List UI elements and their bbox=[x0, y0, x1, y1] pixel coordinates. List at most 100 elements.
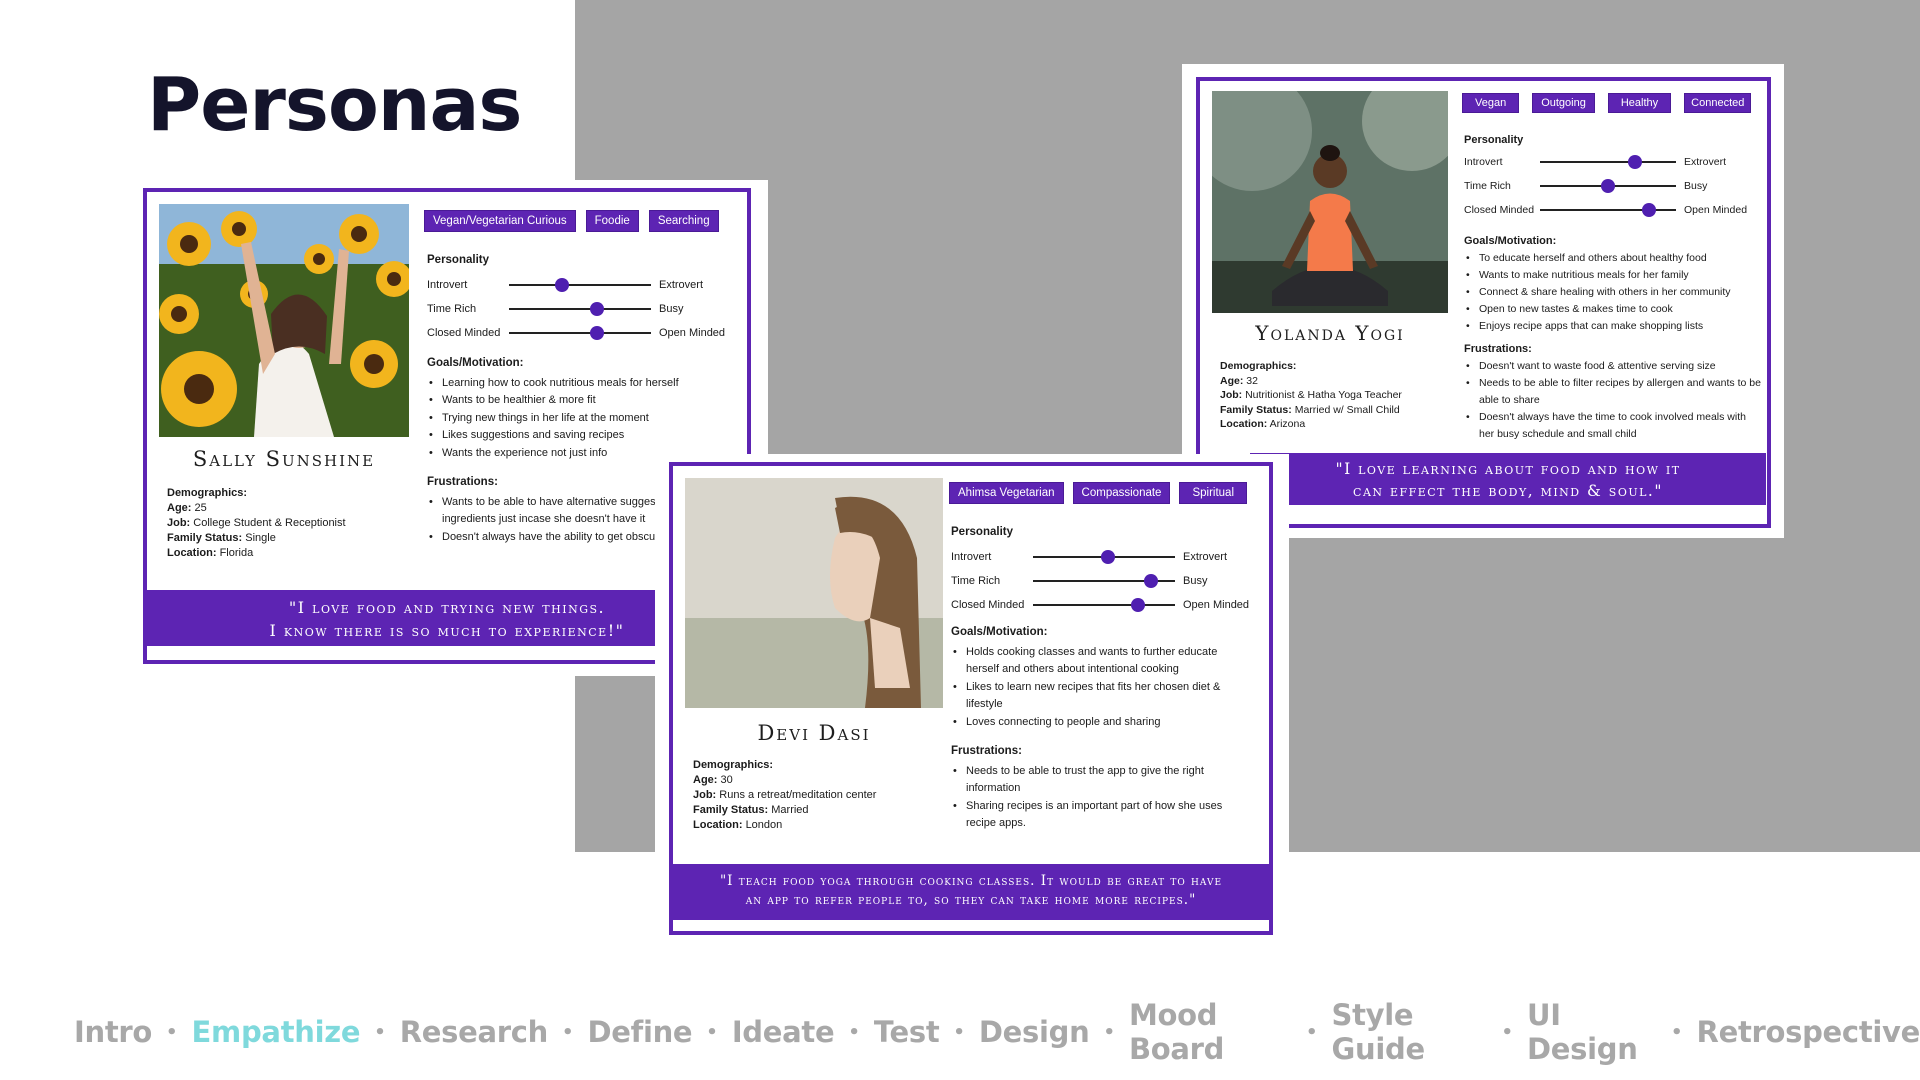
list-item: Needs to be able to trust the app to giv… bbox=[951, 763, 1251, 798]
list-item: Wants to be healthier & more fit bbox=[427, 392, 742, 410]
location-value: Florida bbox=[219, 547, 254, 559]
trait-knob bbox=[554, 278, 569, 292]
nav-item-empathize[interactable]: Empathize bbox=[192, 1015, 361, 1049]
goals-heading: Goals/Motivation: bbox=[427, 357, 524, 369]
persona-tags-sally: Vegan/Vegetarian Curious Foodie Searchin… bbox=[424, 210, 719, 232]
tag: Spiritual bbox=[1179, 482, 1248, 504]
tag: Connected bbox=[1684, 93, 1752, 113]
persona-photo-yolanda bbox=[1212, 91, 1448, 313]
goals-heading: Goals/Motivation: bbox=[951, 626, 1048, 638]
personality-section-sally: Personality Introvert Extrovert Time Ric… bbox=[427, 254, 725, 345]
persona-photo-devi bbox=[685, 478, 943, 708]
trait-knob bbox=[1131, 598, 1146, 612]
job-value: Runs a retreat/meditation center bbox=[719, 789, 877, 801]
trait-right-label: Busy bbox=[1684, 180, 1708, 192]
list-item: Wants to make nutritious meals for her f… bbox=[1464, 267, 1764, 284]
trait-slider bbox=[1540, 203, 1676, 217]
trait-row: Time Rich Busy bbox=[427, 297, 725, 321]
location-value: London bbox=[745, 819, 783, 831]
nav-item-design[interactable]: Design bbox=[979, 1015, 1090, 1049]
goals-heading: Goals/Motivation: bbox=[1464, 235, 1557, 247]
demographics-yolanda: Demographics: Age: 32 Job: Nutritionist … bbox=[1220, 360, 1402, 430]
nav-item-style-guide[interactable]: Style Guide bbox=[1332, 998, 1488, 1066]
list-item: Doesn't want to waste food & attentive s… bbox=[1464, 358, 1764, 375]
frustrations-heading: Frustrations: bbox=[951, 745, 1022, 757]
demographics-heading: Demographics: bbox=[167, 487, 248, 499]
trait-knob bbox=[1628, 155, 1643, 169]
demographics-heading: Demographics: bbox=[1220, 360, 1297, 372]
list-item: Doesn't always have the time to cook inv… bbox=[1464, 409, 1764, 443]
nav-item-ui-design[interactable]: UI Design bbox=[1527, 998, 1657, 1066]
persona-quote-yolanda: "I love learning about food and how it c… bbox=[1250, 453, 1766, 505]
trait-row: Closed Minded Open Minded bbox=[427, 321, 725, 345]
trait-slider bbox=[1033, 574, 1175, 588]
nav-separator: • bbox=[166, 1021, 178, 1043]
trait-knob bbox=[590, 302, 605, 316]
trait-slider bbox=[1540, 155, 1676, 169]
tag: Foodie bbox=[585, 210, 639, 232]
list-item: Open to new tastes & makes time to cook bbox=[1464, 301, 1764, 318]
list-item: Needs to be able to filter recipes by al… bbox=[1464, 375, 1764, 409]
list-item: Likes suggestions and saving recipes bbox=[427, 427, 742, 445]
trait-left-label: Introvert bbox=[1464, 156, 1503, 168]
nav-separator: • bbox=[1501, 1021, 1514, 1043]
family-value: Married bbox=[771, 804, 809, 816]
nav-item-define[interactable]: Define bbox=[587, 1015, 692, 1049]
trait-knob bbox=[590, 326, 605, 340]
trait-left-label: Closed Minded bbox=[1464, 204, 1535, 216]
trait-left-label: Closed Minded bbox=[951, 599, 1025, 611]
nav-separator: • bbox=[1103, 1021, 1115, 1043]
persona-name-yolanda: Yolanda Yogi bbox=[1255, 321, 1405, 345]
trait-slider bbox=[509, 326, 651, 340]
list-item: Connect & share healing with others in h… bbox=[1464, 284, 1764, 301]
trait-knob bbox=[1101, 550, 1116, 564]
nav-item-intro[interactable]: Intro bbox=[74, 1015, 152, 1049]
nav-separator: • bbox=[706, 1021, 718, 1043]
trait-row: Time Rich Busy bbox=[951, 569, 1249, 593]
job-value: College Student & Receptionist bbox=[193, 517, 346, 529]
nav-separator: • bbox=[848, 1021, 860, 1043]
trait-left-label: Time Rich bbox=[427, 303, 477, 315]
goals-and-frustrations-yolanda: Goals/Motivation: To educate herself and… bbox=[1464, 233, 1764, 455]
demographics-heading: Demographics: bbox=[693, 759, 774, 771]
tag: Searching bbox=[648, 210, 719, 232]
nav-item-ideate[interactable]: Ideate bbox=[732, 1015, 835, 1049]
nav-separator: • bbox=[953, 1021, 965, 1043]
trait-slider bbox=[1033, 598, 1175, 612]
trait-slider bbox=[1033, 550, 1175, 564]
nav-item-research[interactable]: Research bbox=[400, 1015, 549, 1049]
nav-item-retrospective[interactable]: Retrospective bbox=[1697, 1015, 1920, 1049]
tag: Healthy bbox=[1607, 93, 1672, 113]
persona-name-devi: Devi Dasi bbox=[757, 721, 871, 745]
frustrations-list: Needs to be able to trust the app to giv… bbox=[951, 763, 1251, 833]
nav-item-test[interactable]: Test bbox=[874, 1015, 940, 1049]
nav-separator: • bbox=[1306, 1021, 1318, 1043]
trait-knob bbox=[1601, 179, 1615, 193]
list-item: Trying new things in her life at the mom… bbox=[427, 410, 742, 428]
persona-tags-yolanda: Vegan Outgoing Healthy Connected bbox=[1462, 93, 1752, 113]
trait-left-label: Time Rich bbox=[951, 575, 1001, 587]
persona-tags-devi: Ahimsa Vegetarian Compassionate Spiritua… bbox=[949, 482, 1248, 504]
list-item: Loves connecting to people and sharing bbox=[951, 714, 1251, 732]
list-item: Likes to learn new recipes that fits her… bbox=[951, 679, 1251, 714]
trait-left-label: Closed Minded bbox=[427, 327, 501, 339]
age-value: 25 bbox=[194, 502, 207, 514]
trait-right-label: Open Minded bbox=[1183, 599, 1250, 611]
personality-heading: Personality bbox=[427, 254, 489, 266]
list-item: Enjoys recipe apps that can make shoppin… bbox=[1464, 318, 1764, 335]
trait-right-label: Busy bbox=[659, 303, 684, 315]
persona-card-devi: Devi Dasi Ahimsa Vegetarian Compassionat… bbox=[669, 462, 1273, 935]
nav-item-mood-board[interactable]: Mood Board bbox=[1129, 998, 1292, 1066]
family-value: Single bbox=[245, 532, 276, 544]
persona-quote-devi: "I teach food yoga through cooking class… bbox=[673, 864, 1269, 920]
trait-slider bbox=[509, 302, 651, 316]
goals-list: To educate herself and others about heal… bbox=[1464, 250, 1764, 335]
goals-list: Holds cooking classes and wants to furth… bbox=[951, 644, 1251, 732]
trait-slider bbox=[509, 278, 651, 292]
nav-separator: • bbox=[374, 1021, 386, 1043]
page-title: Personas bbox=[147, 62, 522, 148]
trait-right-label: Busy bbox=[1183, 575, 1208, 587]
list-item: To educate herself and others about heal… bbox=[1464, 250, 1764, 267]
frustrations-list: Doesn't want to waste food & attentive s… bbox=[1464, 358, 1764, 443]
goals-list: Learning how to cook nutritious meals fo… bbox=[427, 375, 742, 463]
